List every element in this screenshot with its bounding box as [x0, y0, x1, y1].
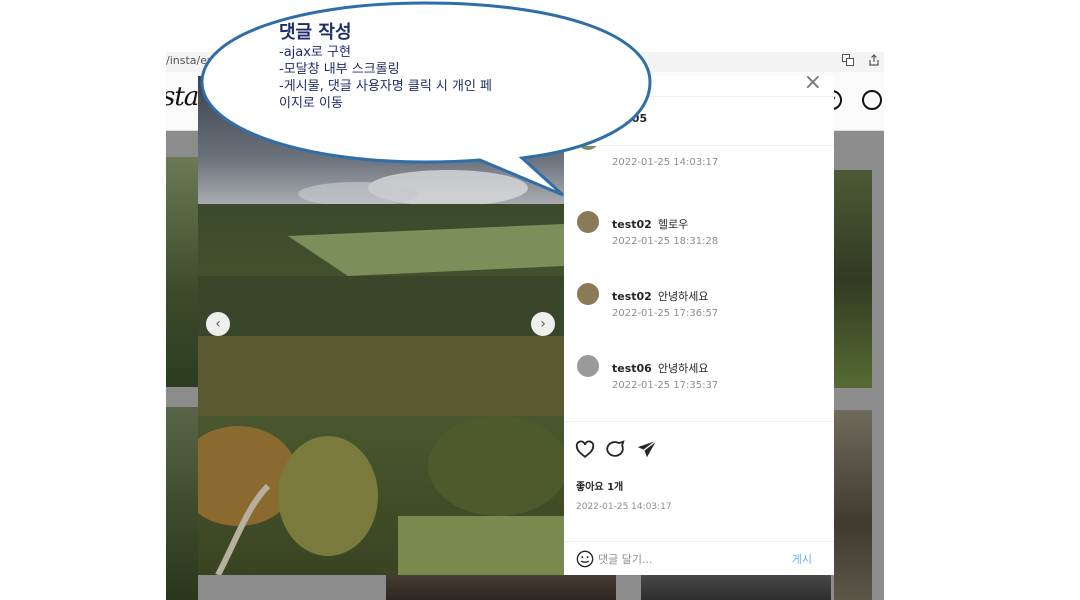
send-icon[interactable]	[636, 438, 658, 460]
post-date: 2022-01-25 14:03:17	[576, 502, 672, 512]
close-icon[interactable]: ×	[804, 76, 822, 95]
grid-thumbnail[interactable]	[166, 157, 198, 387]
comment-time: 2022-01-25 14:03:17	[612, 157, 719, 168]
comment-item: test02 안녕하세요 2022-01-25 17:36:57	[564, 283, 834, 345]
carousel-next-button[interactable]: ›	[531, 312, 555, 336]
comment-text: 헬로우	[657, 218, 689, 231]
annotation-title: 댓글 작성	[279, 22, 352, 43]
grid-thumbnail[interactable]	[166, 407, 198, 600]
translate-icon[interactable]	[842, 54, 854, 66]
annotation-line: -게시물, 댓글 사용자명 클릭 시 개인 페	[279, 79, 493, 94]
grid-thumbnail[interactable]	[641, 572, 831, 600]
avatar[interactable]	[577, 355, 599, 377]
annotation-line: 이지로 이동	[279, 96, 343, 111]
comment-list[interactable]: 2022-01-25 14:03:17 test02 헬로우 2022-01-25…	[564, 146, 834, 421]
comment-item: 2022-01-25 14:03:17	[564, 146, 834, 194]
comment-item: test06 안녕하세요 2022-01-25 17:35:37	[564, 355, 834, 417]
comment-icon[interactable]	[604, 438, 626, 460]
emoji-icon[interactable]	[576, 550, 594, 568]
post-modal: ‹ › × st05 2022-01-25 14:03:17 test02 헬로우…	[198, 76, 834, 575]
post-actions: 좋아요 1개 2022-01-25 14:03:17	[564, 421, 834, 542]
comment-item: test02 헬로우 2022-01-25 18:31:28	[564, 211, 834, 273]
comment-time: 2022-01-25 18:31:28	[612, 236, 719, 247]
post-photo	[198, 76, 564, 575]
avatar[interactable]	[577, 146, 599, 150]
grid-thumbnail[interactable]	[386, 572, 616, 600]
comment-text: 안녕하세요	[657, 290, 709, 303]
comment-username[interactable]: test02	[612, 218, 652, 231]
carousel-prev-button[interactable]: ‹	[206, 312, 230, 336]
share-icon[interactable]	[868, 54, 880, 66]
annotation-text: 댓글 작성 -ajax로 구현 -모달창 내부 스크롤링 -게시물, 댓글 사용…	[279, 22, 609, 112]
comment-text: 안녕하세요	[657, 362, 709, 375]
annotation-line: -모달창 내부 스크롤링	[279, 62, 400, 77]
comment-username[interactable]: test02	[612, 290, 652, 303]
grid-thumbnail[interactable]	[834, 410, 872, 600]
avatar[interactable]	[577, 211, 599, 233]
comment-time: 2022-01-25 17:35:37	[612, 380, 719, 391]
annotation-line: -ajax로 구현	[279, 45, 351, 60]
comment-form: 게시	[564, 541, 834, 575]
heart-icon[interactable]	[574, 438, 596, 460]
url-text: /insta/ex	[166, 54, 214, 67]
comment-username[interactable]: test06	[612, 362, 652, 375]
search-icon[interactable]	[860, 88, 884, 112]
avatar[interactable]	[577, 283, 599, 305]
author-username[interactable]: st05	[620, 112, 647, 125]
comment-time: 2022-01-25 17:36:57	[612, 308, 719, 319]
post-comment-button[interactable]: 게시	[792, 551, 812, 567]
like-count[interactable]: 좋아요 1개	[576, 478, 623, 493]
comment-input[interactable]	[598, 550, 778, 568]
post-side-panel: × st05 2022-01-25 14:03:17 test02 헬로우 202…	[564, 76, 834, 575]
grid-thumbnail[interactable]	[834, 170, 872, 388]
